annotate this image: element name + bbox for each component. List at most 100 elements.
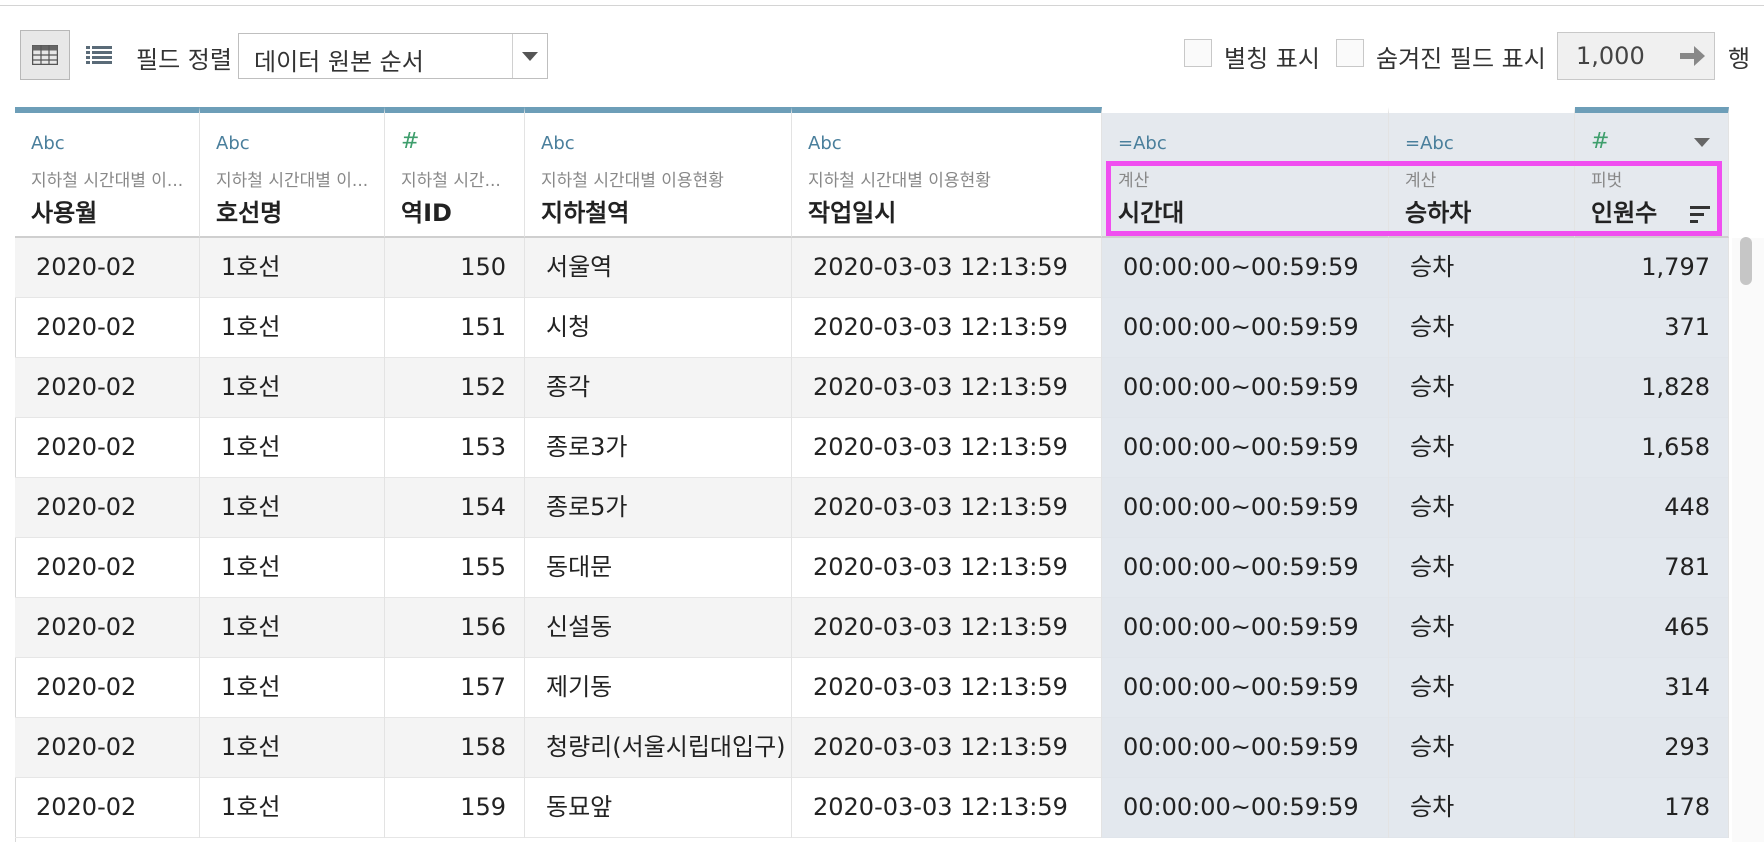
grid-view-icon	[32, 45, 58, 65]
column-source: 계산	[1405, 171, 1437, 191]
string-type-icon: Abc	[216, 133, 250, 154]
station-cell: 청량리(서울시립대입구)	[525, 718, 792, 778]
toolbar: 필드 정렬 데이터 원본 순서 별칭 표시 숨겨진 필드 표시 1,000 행	[0, 6, 1764, 106]
line-name-cell: 1호선	[200, 478, 385, 538]
work-datetime-cell: 2020-03-03 12:13:59	[792, 538, 1102, 598]
table-row[interactable]: 2020-02 1호선 155 동대문 2020-03-03 12:13:59 00:00…	[15, 538, 1729, 598]
station-id-cell: 151	[385, 298, 525, 358]
work-datetime-cell: 2020-03-03 12:13:59	[792, 418, 1102, 478]
table-row[interactable]: 2020-02 1호선 152 종각 2020-03-03 12:13:59 00:00:…	[15, 358, 1729, 418]
string-type-icon: Abc	[541, 133, 575, 154]
show-hidden-fields-label: 숨겨진 필드 표시	[1376, 45, 1546, 73]
grid-left-edge	[0, 107, 16, 842]
station-id-cell: 159	[385, 778, 525, 838]
column-header-usage-month[interactable]: Abc 지하철 시간대별 이... 사용월	[15, 107, 200, 238]
station-id-cell: 153	[385, 418, 525, 478]
passenger-count-cell: 178	[1575, 778, 1729, 838]
number-type-icon: #	[401, 129, 420, 154]
column-header-station-id[interactable]: # 지하철 시간... 역ID	[385, 107, 525, 238]
passenger-count-cell: 465	[1575, 598, 1729, 658]
arrow-right-icon[interactable]	[1680, 45, 1706, 67]
table-row[interactable]: 2020-02 1호선 150 서울역 2020-03-03 12:13:59 00:00…	[15, 238, 1729, 298]
line-name-cell: 1호선	[200, 298, 385, 358]
show-hidden-fields-checkbox[interactable]	[1336, 39, 1364, 67]
work-datetime-cell: 2020-03-03 12:13:59	[792, 778, 1102, 838]
list-view-button[interactable]	[74, 30, 124, 80]
sort-order-value: 데이터 원본 순서	[254, 48, 424, 76]
vertical-scrollbar[interactable]	[1740, 237, 1752, 285]
time-slot-cell: 00:00:00~00:59:59	[1102, 538, 1389, 598]
table-row[interactable]: 2020-02 1호선 154 종로5가 2020-03-03 12:13:59 00:0…	[15, 478, 1729, 538]
chevron-down-icon[interactable]	[1694, 138, 1710, 147]
line-name-cell: 1호선	[200, 778, 385, 838]
work-datetime-cell: 2020-03-03 12:13:59	[792, 598, 1102, 658]
column-source: 계산	[1118, 171, 1150, 191]
row-count-value: 1,000	[1576, 42, 1645, 70]
column-source: 지하철 시간대별 이...	[31, 171, 184, 191]
string-type-icon: Abc	[808, 133, 842, 154]
column-header-time-slot[interactable]: =Abc 계산 시간대	[1102, 107, 1389, 238]
column-source: 지하철 시간대별 이용현황	[808, 171, 991, 191]
table-row[interactable]: 2020-02 1호선 157 제기동 2020-03-03 12:13:59 00:00…	[15, 658, 1729, 718]
column-name: 승하차	[1405, 199, 1472, 227]
line-name-cell: 1호선	[200, 358, 385, 418]
column-name: 역ID	[401, 199, 452, 227]
work-datetime-cell: 2020-03-03 12:13:59	[792, 298, 1102, 358]
line-name-cell: 1호선	[200, 538, 385, 598]
usage-month-cell: 2020-02	[15, 298, 200, 358]
column-header-work-datetime[interactable]: Abc 지하철 시간대별 이용현황 작업일시	[792, 107, 1102, 238]
station-id-cell: 158	[385, 718, 525, 778]
number-type-icon: #	[1591, 129, 1610, 154]
row-count-input[interactable]: 1,000	[1557, 32, 1715, 80]
column-header-line-name[interactable]: Abc 지하철 시간대별 이... 호선명	[200, 107, 385, 238]
board-alight-cell: 승차	[1389, 358, 1575, 418]
calculated-string-icon: =Abc	[1405, 133, 1454, 154]
station-id-cell: 152	[385, 358, 525, 418]
vertical-scroll-track[interactable]	[1732, 238, 1764, 842]
board-alight-cell: 승차	[1389, 418, 1575, 478]
sort-order-select[interactable]: 데이터 원본 순서	[238, 33, 548, 79]
line-name-cell: 1호선	[200, 718, 385, 778]
table-row[interactable]: 2020-02 1호선 156 신설동 2020-03-03 12:13:59 00:00…	[15, 598, 1729, 658]
line-name-cell: 1호선	[200, 598, 385, 658]
table-row[interactable]: 2020-02 1호선 151 시청 2020-03-03 12:13:59 00:00:…	[15, 298, 1729, 358]
time-slot-cell: 00:00:00~00:59:59	[1102, 718, 1389, 778]
column-source: 지하철 시간대별 이...	[216, 171, 369, 191]
table-row[interactable]: 2020-02 1호선 153 종로3가 2020-03-03 12:13:59 00:0…	[15, 418, 1729, 478]
time-slot-cell: 00:00:00~00:59:59	[1102, 658, 1389, 718]
usage-month-cell: 2020-02	[15, 718, 200, 778]
calculated-string-icon: =Abc	[1118, 133, 1167, 154]
passenger-count-cell: 371	[1575, 298, 1729, 358]
board-alight-cell: 승차	[1389, 718, 1575, 778]
work-datetime-cell: 2020-03-03 12:13:59	[792, 718, 1102, 778]
board-alight-cell: 승차	[1389, 238, 1575, 298]
column-header-station[interactable]: Abc 지하철 시간대별 이용현황 지하철역	[525, 107, 792, 238]
station-cell: 서울역	[525, 238, 792, 298]
chevron-down-icon[interactable]	[522, 52, 538, 61]
time-slot-cell: 00:00:00~00:59:59	[1102, 238, 1389, 298]
station-cell: 종각	[525, 358, 792, 418]
passenger-count-cell: 781	[1575, 538, 1729, 598]
sort-label: 필드 정렬	[136, 46, 232, 74]
usage-month-cell: 2020-02	[15, 538, 200, 598]
work-datetime-cell: 2020-03-03 12:13:59	[792, 358, 1102, 418]
column-name: 호선명	[216, 199, 283, 227]
passenger-count-cell: 1,658	[1575, 418, 1729, 478]
column-header-board-alight[interactable]: =Abc 계산 승하차	[1389, 107, 1575, 238]
passenger-count-cell: 1,828	[1575, 358, 1729, 418]
time-slot-cell: 00:00:00~00:59:59	[1102, 298, 1389, 358]
station-cell: 신설동	[525, 598, 792, 658]
work-datetime-cell: 2020-03-03 12:13:59	[792, 478, 1102, 538]
column-header-passenger-count[interactable]: # 피벗 인원수	[1575, 107, 1729, 238]
station-id-cell: 150	[385, 238, 525, 298]
time-slot-cell: 00:00:00~00:59:59	[1102, 358, 1389, 418]
station-cell: 제기동	[525, 658, 792, 718]
sort-icon[interactable]	[1690, 205, 1710, 225]
table-row[interactable]: 2020-02 1호선 159 동묘앞 2020-03-03 12:13:59 00:00…	[15, 778, 1729, 838]
show-alias-checkbox[interactable]	[1184, 39, 1212, 67]
line-name-cell: 1호선	[200, 418, 385, 478]
table-row[interactable]: 2020-02 1호선 158 청량리(서울시립대입구) 2020-03-03 12:1…	[15, 718, 1729, 778]
usage-month-cell: 2020-02	[15, 358, 200, 418]
station-cell: 종로5가	[525, 478, 792, 538]
grid-view-button[interactable]	[20, 30, 70, 80]
